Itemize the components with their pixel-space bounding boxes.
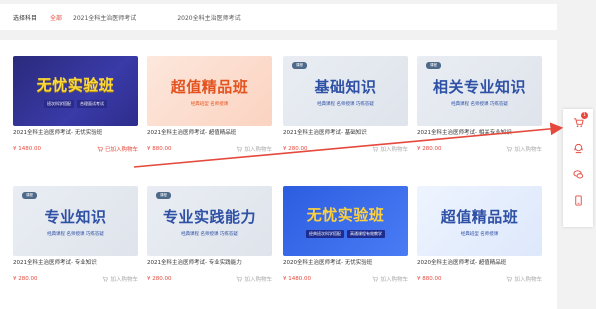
cart-icon	[102, 276, 109, 282]
course-thumbnail[interactable]: 课程相关专业知识经典课程 名师授课 巧练答疑	[417, 56, 542, 126]
course-title[interactable]: 2020全科主治医师考试- 超值精品班	[417, 258, 542, 266]
course-price: ¥ 280.00	[13, 276, 38, 282]
course-banner-subtitle: 经典班型 名师授课	[190, 101, 229, 107]
course-tag: 课程	[426, 62, 441, 69]
cart-icon	[372, 276, 379, 282]
course-badge: 合理面试考试	[77, 100, 107, 108]
add-to-cart-button[interactable]: 加入购物车	[236, 275, 272, 283]
course-banner-subtitle: 经典课程 名师授课 巧练答疑	[181, 231, 238, 237]
side-service-button[interactable]	[571, 141, 585, 155]
customer-service-icon	[573, 143, 583, 153]
course-card[interactable]: 超值精品班经典班型 名师授课 2021全科主治医师考试- 超值精品班 ¥ 880.0…	[147, 56, 272, 153]
add-to-cart-label: 加入购物车	[380, 147, 408, 153]
add-to-cart-button[interactable]: 加入购物车	[236, 145, 272, 153]
course-title[interactable]: 2021全科主治医师考试- 专业实践能力	[147, 258, 272, 266]
course-banner-title: 专业知识	[44, 207, 107, 226]
course-banner-title: 相关专业知识	[432, 77, 526, 96]
course-banner-title: 无忧实验班	[306, 206, 385, 224]
course-thumbnail[interactable]: 课程专业实践能力经典课程 名师授课 巧练答疑	[147, 186, 272, 256]
course-price: ¥ 880.00	[417, 276, 442, 282]
course-thumbnail[interactable]: 超值精品班经典班型 名师授课	[147, 56, 272, 126]
add-to-cart-button[interactable]: 加入购物车	[372, 145, 408, 153]
course-price: ¥ 280.00	[417, 146, 442, 152]
course-card[interactable]: 无忧实验班经典班次科学搭配 高通课程有效教学 2020全科主治医师考试- 无忧实验班…	[283, 186, 408, 283]
filter-all[interactable]: 全部	[50, 13, 62, 22]
course-badge: 高通课程有效教学	[347, 230, 385, 238]
add-to-cart-button[interactable]: 加入购物车	[372, 275, 408, 283]
cart-icon	[97, 146, 103, 152]
add-to-cart-label: 加入购物车	[514, 277, 542, 283]
course-price: ¥ 1480.00	[283, 276, 311, 282]
course-card[interactable]: 无忧实验班班次科学搭配 合理面试考试 2021全科主治医师考试- 无忧实验班 ¥ 14…	[13, 56, 138, 153]
add-to-cart-label: 已加入购物车	[104, 147, 138, 153]
course-thumbnail[interactable]: 无忧实验班班次科学搭配 合理面试考试	[13, 56, 138, 126]
add-to-cart-label: 加入购物车	[380, 277, 408, 283]
course-title[interactable]: 2021全科主治医师考试- 超值精品班	[147, 128, 272, 136]
course-price: ¥ 880.00	[147, 146, 172, 152]
side-mobile-button[interactable]	[571, 193, 585, 207]
course-badge: 班次科学搭配	[44, 100, 74, 108]
course-card[interactable]: 课程基础知识经典课程 名师授课 巧练答疑 2021全科主治医师考试- 基础知识 ¥ …	[283, 56, 408, 153]
add-to-cart-label: 加入购物车	[110, 277, 138, 283]
cart-count-badge: 1	[581, 112, 588, 119]
course-price: ¥ 1480.00	[13, 146, 41, 152]
add-to-cart-button[interactable]: 已加入购物车	[97, 145, 138, 153]
course-title[interactable]: 2021全科主治医师考试- 基础知识	[283, 128, 408, 136]
course-banner-subtitle: 经典班型 名师授课	[460, 231, 499, 237]
course-banner-subtitle: 经典课程 名师授课 巧练答疑	[317, 101, 374, 107]
chat-icon	[572, 169, 583, 178]
course-badges: 班次科学搭配 合理面试考试	[44, 100, 107, 108]
course-thumbnail[interactable]: 超值精品班经典班型 名师授课	[417, 186, 542, 256]
course-title[interactable]: 2020全科主治医师考试- 无忧实验班	[283, 258, 408, 266]
course-card[interactable]: 课程相关专业知识经典课程 名师授课 巧练答疑 2021全科主治医师考试- 相关专业…	[417, 56, 542, 153]
course-banner-subtitle: 经典课程 名师授课 巧练答疑	[451, 101, 508, 107]
subject-filter-bar: 选择科目 全部 2021全科主治医师考试 2020全科主治医师考试	[0, 4, 557, 30]
cart-icon	[506, 276, 513, 282]
course-banner-title: 专业实践能力	[162, 207, 256, 226]
course-banner-title: 超值精品班	[170, 77, 249, 96]
cart-icon	[236, 146, 243, 152]
course-banner-title: 超值精品班	[440, 207, 519, 226]
course-banner-title: 基础知识	[314, 77, 377, 96]
course-thumbnail[interactable]: 课程基础知识经典课程 名师授课 巧练答疑	[283, 56, 408, 126]
add-to-cart-label: 加入购物车	[244, 277, 272, 283]
filter-2020[interactable]: 2020全科主治医师考试	[177, 13, 240, 22]
course-title[interactable]: 2021全科主治医师考试- 专业知识	[13, 258, 138, 266]
cart-icon	[236, 276, 243, 282]
course-thumbnail[interactable]: 课程专业知识经典课程 名师授课 巧练答疑	[13, 186, 138, 256]
filter-2021[interactable]: 2021全科主治医师考试	[73, 13, 136, 22]
course-title[interactable]: 2021全科主治医师考试- 相关专业知识	[417, 128, 542, 136]
add-to-cart-button[interactable]: 加入购物车	[102, 275, 138, 283]
add-to-cart-button[interactable]: 加入购物车	[506, 145, 542, 153]
side-cart-button[interactable]: 1	[571, 112, 588, 129]
course-card[interactable]: 课程专业实践能力经典课程 名师授课 巧练答疑 2021全科主治医师考试- 专业实践…	[147, 186, 272, 283]
course-title[interactable]: 2021全科主治医师考试- 无忧实验班	[13, 128, 138, 136]
add-to-cart-button[interactable]: 加入购物车	[506, 275, 542, 283]
cart-icon	[372, 146, 379, 152]
course-badge: 经典班次科学搭配	[306, 230, 344, 238]
course-tag: 课程	[292, 62, 307, 69]
cart-icon	[506, 146, 513, 152]
course-tag: 课程	[156, 192, 171, 199]
filter-label: 选择科目	[13, 14, 38, 22]
course-banner-subtitle: 经典课程 名师授课 巧练答疑	[47, 231, 104, 237]
course-badges: 经典班次科学搭配 高通课程有效教学	[306, 230, 385, 238]
course-card[interactable]: 超值精品班经典班型 名师授课 2020全科主治医师考试- 超值精品班 ¥ 880.0…	[417, 186, 542, 283]
course-tag: 课程	[22, 192, 37, 199]
course-price: ¥ 280.00	[283, 146, 308, 152]
side-chat-button[interactable]	[571, 167, 585, 181]
add-to-cart-label: 加入购物车	[244, 147, 272, 153]
side-toolbar: 1	[563, 109, 593, 227]
mobile-icon	[574, 194, 582, 206]
course-card[interactable]: 课程专业知识经典课程 名师授课 巧练答疑 2021全科主治医师考试- 专业知识 ¥ …	[13, 186, 138, 283]
course-grid: 无忧实验班 班次科学搭配 合理面试考试 2021全科主治医师考试- 无忧实验班 ¥ 14…	[0, 40, 557, 309]
course-banner-title: 无忧实验班	[36, 76, 115, 94]
add-to-cart-label: 加入购物车	[514, 147, 542, 153]
course-price: ¥ 280.00	[147, 276, 172, 282]
course-thumbnail[interactable]: 无忧实验班经典班次科学搭配 高通课程有效教学	[283, 186, 408, 256]
